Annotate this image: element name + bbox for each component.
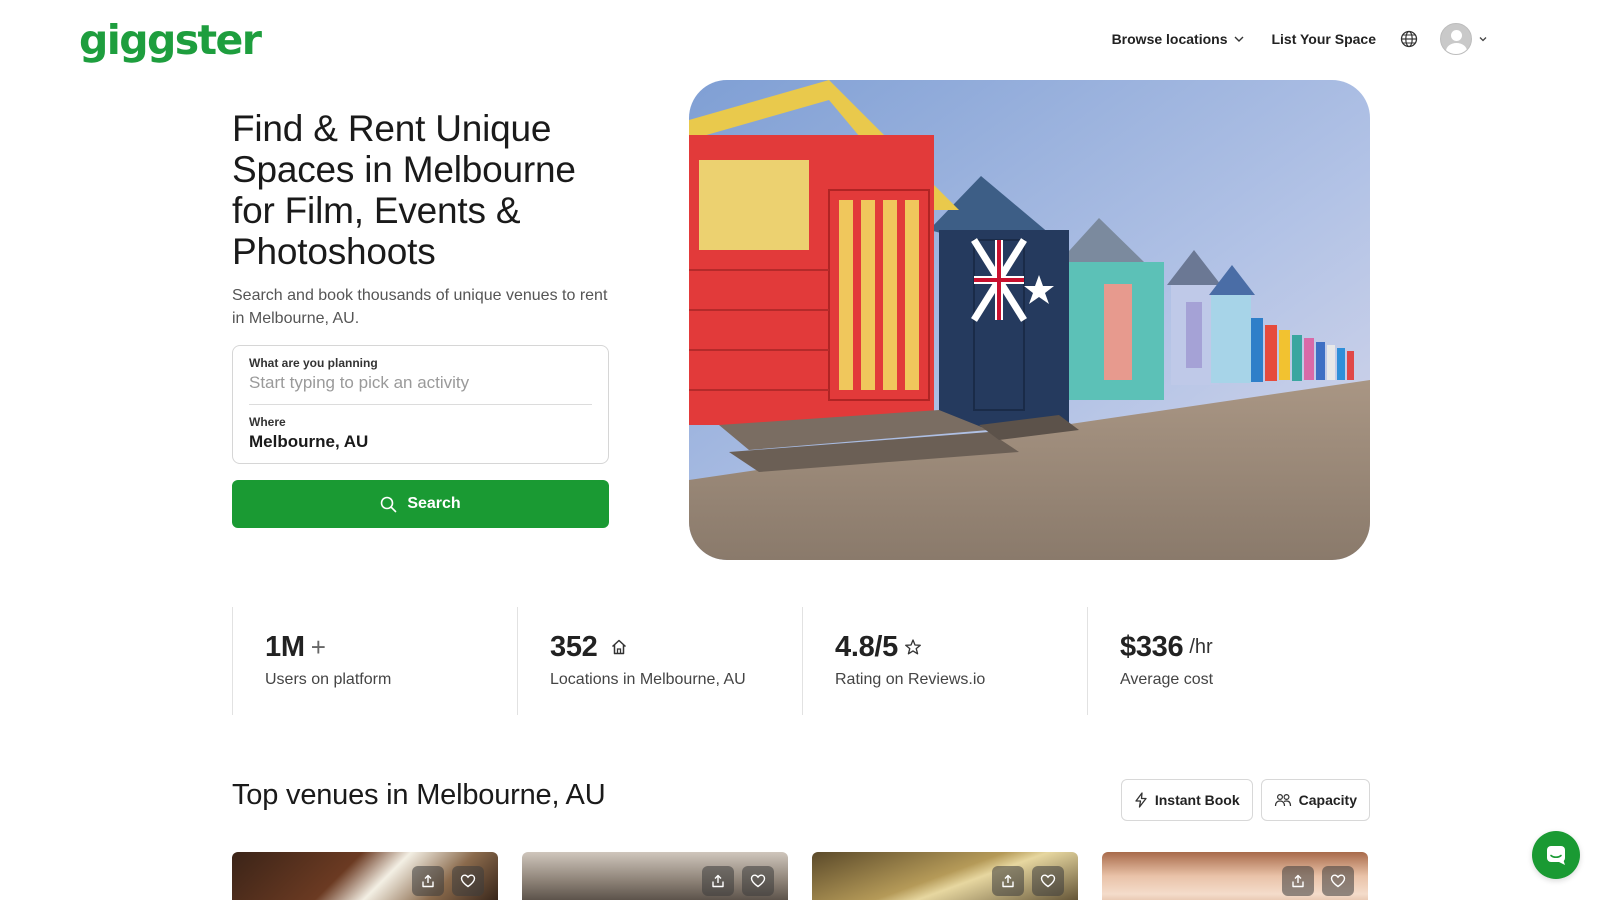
plus-icon: + (310, 631, 326, 662)
share-icon[interactable] (992, 866, 1024, 896)
venue-card-1[interactable] (232, 852, 498, 900)
where-field[interactable]: Where Melbourne, AU (249, 415, 592, 452)
hero-text: Find & Rent Unique Spaces in Melbourne f… (232, 108, 612, 330)
stat-label: Users on platform (265, 671, 392, 688)
list-your-space-link[interactable]: List Your Space (1271, 31, 1376, 47)
chevron-down-icon (1472, 34, 1488, 44)
stat-label: Rating on Reviews.io (835, 671, 986, 688)
people-icon (1274, 792, 1299, 808)
share-icon[interactable] (702, 866, 734, 896)
heart-icon[interactable] (742, 866, 774, 896)
search-button[interactable]: Search (232, 480, 609, 528)
chat-icon[interactable] (1532, 831, 1580, 879)
venue-card-3[interactable] (812, 852, 1078, 900)
stat-value: 1M (265, 630, 305, 663)
browse-locations-label: Browse locations (1111, 31, 1228, 47)
search-icon (380, 496, 407, 513)
hero-image (689, 80, 1370, 560)
share-icon[interactable] (412, 866, 444, 896)
share-icon[interactable] (1282, 866, 1314, 896)
heart-icon[interactable] (1032, 866, 1064, 896)
venue-card-2[interactable] (522, 852, 788, 900)
search-form: What are you planning Where Melbourne, A… (232, 345, 609, 464)
chevron-down-icon (1227, 33, 1245, 45)
stat-value: 352 (550, 630, 598, 663)
stat-locations: 352 Locations in Melbourne, AU (517, 607, 802, 715)
activity-label: What are you planning (249, 356, 378, 370)
stat-unit: /hr (1189, 635, 1213, 658)
activity-field[interactable]: What are you planning (249, 356, 592, 405)
activity-input[interactable] (249, 373, 592, 393)
home-icon (610, 638, 628, 656)
site-header: giggster Browse locations List Your Spac… (0, 0, 1600, 80)
user-menu[interactable] (1440, 23, 1488, 55)
star-icon (904, 638, 922, 656)
where-value[interactable]: Melbourne, AU (249, 432, 592, 452)
capacity-filter[interactable]: Capacity (1260, 779, 1370, 821)
stat-users: 1M + Users on platform (232, 607, 517, 715)
stat-label: Locations in Melbourne, AU (550, 671, 746, 688)
giggster-logo[interactable]: giggster (79, 16, 262, 64)
instant-book-filter[interactable]: Instant Book (1120, 779, 1253, 821)
instant-book-label: Instant Book (1154, 792, 1240, 808)
venue-filters: Instant Book Capacity (1120, 779, 1370, 821)
venue-cards (232, 852, 1372, 900)
hero-subtitle: Search and book thousands of unique venu… (232, 287, 608, 327)
capacity-label: Capacity (1298, 792, 1357, 808)
lightning-icon (1134, 792, 1155, 808)
avatar (1440, 23, 1472, 55)
venue-card-4[interactable] (1102, 852, 1368, 900)
top-nav: Browse locations List Your Space (1112, 22, 1488, 56)
globe-icon[interactable] (1400, 30, 1418, 48)
stat-label: Average cost (1120, 671, 1214, 688)
browse-locations-menu[interactable]: Browse locations (1112, 31, 1246, 47)
stat-value: $336 (1120, 630, 1184, 663)
stat-value: 4.8/5 (835, 630, 898, 663)
page-title: Find & Rent Unique Spaces in Melbourne f… (232, 108, 576, 272)
stat-rating: 4.8/5 Rating on Reviews.io (802, 607, 1087, 715)
heart-icon[interactable] (452, 866, 484, 896)
where-label: Where (249, 415, 286, 429)
search-button-label: Search (407, 495, 461, 512)
section-title: Top venues in Melbourne, AU (232, 779, 606, 811)
stats-bar: 1M + Users on platform 352 Locations in … (232, 607, 1372, 715)
stat-cost: $336 /hr Average cost (1087, 607, 1372, 715)
heart-icon[interactable] (1322, 866, 1354, 896)
